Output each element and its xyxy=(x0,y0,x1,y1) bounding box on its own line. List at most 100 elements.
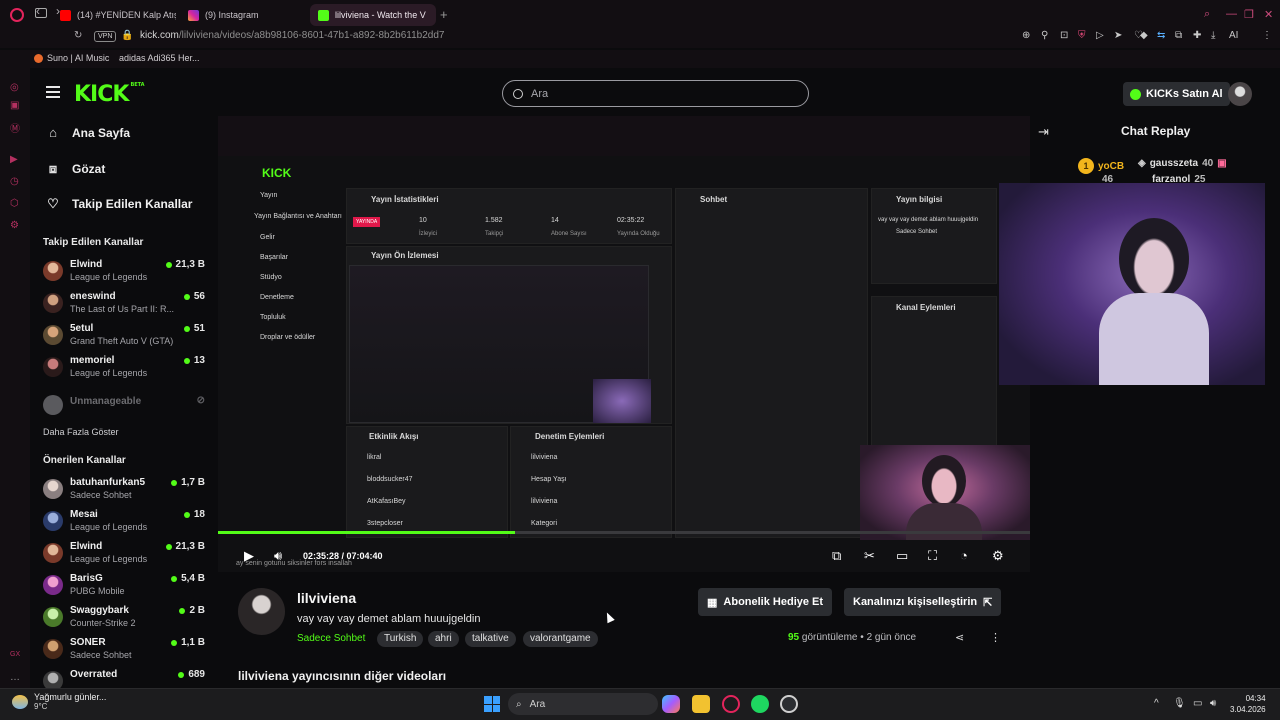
tray-chevron-icon[interactable]: ^ xyxy=(1154,698,1159,709)
nav-following[interactable]: ♡ Takip Edilen Kanallar xyxy=(46,196,192,212)
channel-item-5etul[interactable]: 5etul Grand Theft Auto V (GTA) 51 xyxy=(43,323,205,353)
kicks-buy-button[interactable]: KICKs Satın Al xyxy=(1123,82,1230,106)
bookmark-adidas[interactable]: adidas Adi365 Her... xyxy=(119,53,200,63)
nav-browse[interactable]: ⧈ Gözat xyxy=(46,161,105,177)
send-icon[interactable]: ➤ xyxy=(1114,30,1122,41)
network-icon[interactable]: ▭ xyxy=(1193,698,1202,709)
sidebar-gx-icon[interactable]: GX xyxy=(10,651,20,658)
sidebar-flow-icon[interactable]: ▣ xyxy=(10,100,19,111)
channel-item-overrated[interactable]: Overrated 689 xyxy=(43,669,205,691)
lock-icon[interactable]: 🔒 xyxy=(121,30,133,41)
play-button-icon[interactable]: ▶ xyxy=(244,548,254,564)
channel-item-elwind-2[interactable]: Elwind League of Legends 21,3 B xyxy=(43,541,205,571)
channel-item-barisg[interactable]: BarisG PUBG Mobile 5,4 B xyxy=(43,573,205,603)
user-avatar[interactable] xyxy=(1228,82,1252,106)
opera-logo-icon[interactable] xyxy=(10,8,24,22)
menu-icon[interactable] xyxy=(46,86,60,101)
inner-mod-item: Kategori xyxy=(531,520,558,527)
search-input[interactable] xyxy=(531,87,781,100)
minimize-icon[interactable]: — xyxy=(1226,8,1237,20)
taskbar-search[interactable]: ⌕ Ara xyxy=(508,693,658,715)
tab-kick[interactable]: lilviviena - Watch the V × xyxy=(310,4,436,26)
vpn-badge[interactable]: VPN xyxy=(94,31,117,42)
download-icon[interactable]: ⤓ xyxy=(1211,30,1215,41)
extension-diamond-icon[interactable]: ◆ xyxy=(1140,30,1148,41)
spotify-icon[interactable] xyxy=(751,695,769,713)
settings-gear-icon[interactable]: ⚙ xyxy=(992,548,1004,564)
recommended-channels-title: Önerilen Kanallar xyxy=(43,455,126,466)
channel-item-swaggybark[interactable]: Swaggybark Counter-Strike 2 2 B xyxy=(43,605,205,635)
bookmark-suno[interactable]: Suno | AI Music xyxy=(34,53,109,63)
channel-item-unmanageable[interactable]: Unmanageable ⊘ xyxy=(43,393,205,423)
channel-item-batuhanfurkan5[interactable]: batuhanfurkan5 Sadece Sohbet 1,7 B xyxy=(43,477,205,507)
sidebar-history-icon[interactable]: ◷ xyxy=(10,176,19,187)
shield-icon[interactable]: ⛨ xyxy=(1078,30,1086,41)
microphone-icon[interactable]: 🎙︎ xyxy=(1173,698,1186,709)
stream-category-link[interactable]: Sadece Sohbet xyxy=(297,633,365,644)
live-dot-icon xyxy=(183,511,190,518)
webcam-body xyxy=(906,503,982,540)
file-explorer-icon[interactable] xyxy=(692,695,710,713)
collapse-chat-icon[interactable]: ⇥ xyxy=(1038,124,1049,140)
opera-gx-taskbar-icon[interactable] xyxy=(722,695,740,713)
reload-icon[interactable]: ↻ xyxy=(74,30,82,41)
channel-item-mesai[interactable]: Mesai League of Legends 18 xyxy=(43,509,205,539)
close-window-icon[interactable]: ✕ xyxy=(1264,8,1273,21)
channel-name: Elwind xyxy=(70,541,103,552)
extensions-icon[interactable]: ✚ xyxy=(1193,30,1201,41)
fullscreen-icon[interactable]: ⛶ xyxy=(928,548,937,564)
url-field[interactable]: kick.com/lilviviena/videos/a8b98106-8601… xyxy=(140,30,445,41)
tab-youtube[interactable]: (14) #YENİDEN Kalp Atışı || xyxy=(52,4,176,26)
playback-speed-icon[interactable]: ◔ xyxy=(960,548,968,563)
channel-item-elwind[interactable]: Elwind League of Legends 21,3 B xyxy=(43,259,205,289)
customize-channel-button[interactable]: Kanalınızı kişiselleştirin ⇱ xyxy=(844,588,1002,616)
play-icon[interactable]: ▷ xyxy=(1096,30,1104,41)
zoom-icon[interactable]: ⊕ xyxy=(1022,30,1030,41)
streamer-avatar[interactable] xyxy=(238,588,285,635)
extension-translate-icon[interactable]: ⇆ xyxy=(1157,30,1165,41)
extension-puzzle-icon[interactable]: ⧉ xyxy=(1175,30,1182,41)
miniplayer-icon[interactable]: ⧉ xyxy=(832,548,841,564)
tag-turkish[interactable]: Turkish xyxy=(377,631,424,647)
sidebar-workspace-icon[interactable]: Ⓜ xyxy=(10,120,20,135)
forward-icon[interactable]: › xyxy=(56,4,60,18)
volume-tray-icon[interactable]: 🔊︎ xyxy=(1210,698,1216,709)
share-icon[interactable]: ⋖ xyxy=(955,631,964,644)
channel-item-memoriel[interactable]: memoriel League of Legends 13 xyxy=(43,355,205,385)
back-icon[interactable]: ‹ xyxy=(36,4,40,18)
discord-icon[interactable] xyxy=(780,695,798,713)
aria-icon[interactable]: AI xyxy=(1229,30,1238,41)
sidebar-settings-icon[interactable]: ⚙ xyxy=(10,220,19,231)
tab-instagram[interactable]: (9) Instagram xyxy=(180,4,304,26)
volume-icon[interactable]: 🔊︎ xyxy=(274,548,282,564)
windows-start-icon[interactable] xyxy=(484,696,500,712)
maximize-icon[interactable]: ❐ xyxy=(1244,8,1254,21)
channel-item-eneswind[interactable]: eneswind The Last of Us Part II: R... 56 xyxy=(43,291,205,321)
system-clock[interactable]: 04:34 3.04.2026 xyxy=(1230,693,1266,715)
pin-icon[interactable]: ⚲ xyxy=(1041,30,1048,41)
sidebar-extensions-icon[interactable]: ⬡ xyxy=(10,198,19,209)
video-progress-bar[interactable] xyxy=(218,531,1030,534)
kick-logo[interactable]: KICK BETA xyxy=(74,82,145,107)
sidebar-more-icon[interactable]: … xyxy=(10,672,20,683)
copilot-icon[interactable] xyxy=(662,695,680,713)
sidebar-aria-icon[interactable]: ◎ xyxy=(10,82,19,93)
search-box[interactable] xyxy=(502,80,809,107)
menu-dots-icon[interactable]: ⋮ xyxy=(1262,30,1272,41)
clip-icon[interactable]: ✂ xyxy=(864,548,875,564)
theater-mode-icon[interactable]: ▭ xyxy=(896,548,908,564)
search-tabs-icon[interactable]: ⌕ xyxy=(1204,8,1210,21)
nav-home[interactable]: ⌂ Ana Sayfa xyxy=(46,125,130,140)
gift-subscription-button[interactable]: ▦ Abonelik Hediye Et xyxy=(698,588,833,616)
show-more-link[interactable]: Daha Fazla Göster xyxy=(43,427,119,437)
tag-ahri[interactable]: ahri xyxy=(428,631,459,647)
streamer-name[interactable]: lilviviena xyxy=(297,590,356,606)
sidebar-player-icon[interactable]: ▶ xyxy=(10,154,18,165)
new-tab-icon[interactable]: + xyxy=(440,7,448,22)
channel-item-soner[interactable]: SONER Sadece Sohbet 1,1 B xyxy=(43,637,205,667)
weather-widget[interactable]: Yağmurlu günler... 9°C xyxy=(12,692,106,711)
screenshot-icon[interactable]: ⊡ xyxy=(1060,30,1068,41)
tag-valorantgame[interactable]: valorantgame xyxy=(523,631,598,647)
tag-talkative[interactable]: talkative xyxy=(465,631,516,647)
more-options-icon[interactable]: ⋮ xyxy=(990,631,1001,644)
